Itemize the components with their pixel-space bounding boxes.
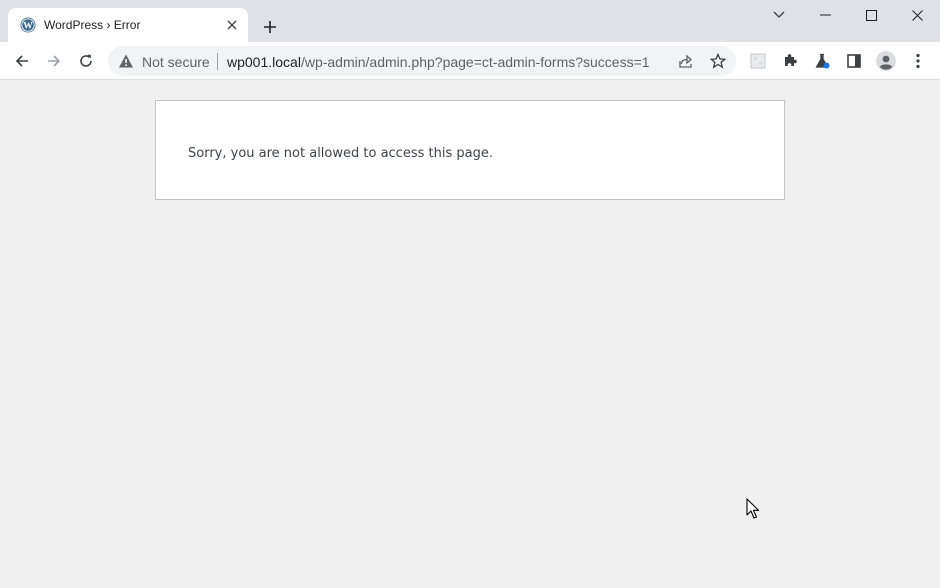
url-text[interactable]: wp001.local/wp-admin/admin.php?page=ct-a… [227, 54, 650, 70]
address-bar[interactable]: Not secure wp001.local/wp-admin/admin.ph… [108, 46, 736, 76]
tab-close-icon[interactable] [224, 17, 240, 33]
extension-icon[interactable] [748, 51, 768, 71]
tab-strip: W WordPress › Error [0, 0, 940, 42]
share-icon[interactable] [676, 51, 696, 71]
sidepanel-icon[interactable] [844, 51, 864, 71]
tab-title: WordPress › Error [44, 18, 141, 32]
bookmark-star-icon[interactable] [708, 51, 728, 71]
mouse-cursor-icon [746, 498, 760, 520]
reload-icon[interactable] [72, 47, 100, 75]
back-icon[interactable] [8, 47, 36, 75]
browser-tab[interactable]: W WordPress › Error [8, 8, 248, 42]
close-icon[interactable] [894, 0, 940, 30]
url-host: wp001.local [227, 54, 301, 70]
warning-icon[interactable] [118, 53, 134, 69]
address-divider [217, 53, 218, 70]
url-path: /wp-admin/admin.php?page=ct-admin-forms?… [300, 54, 650, 70]
puzzle-icon[interactable] [780, 51, 800, 71]
maximize-icon[interactable] [848, 0, 894, 30]
security-label[interactable]: Not secure [142, 54, 210, 70]
forward-icon[interactable] [40, 47, 68, 75]
tab-search-icon[interactable] [756, 0, 802, 30]
browser-toolbar: Not secure wp001.local/wp-admin/admin.ph… [0, 42, 940, 80]
svg-text:W: W [23, 21, 33, 31]
minimize-icon[interactable] [802, 0, 848, 30]
profile-icon[interactable] [876, 51, 896, 71]
new-tab-icon[interactable] [258, 15, 282, 39]
wordpress-icon: W [20, 17, 36, 33]
menu-icon[interactable] [908, 51, 928, 71]
error-message-box: Sorry, you are not allowed to access thi… [155, 100, 785, 200]
error-message: Sorry, you are not allowed to access thi… [188, 146, 493, 161]
flask-icon[interactable] [812, 51, 832, 71]
